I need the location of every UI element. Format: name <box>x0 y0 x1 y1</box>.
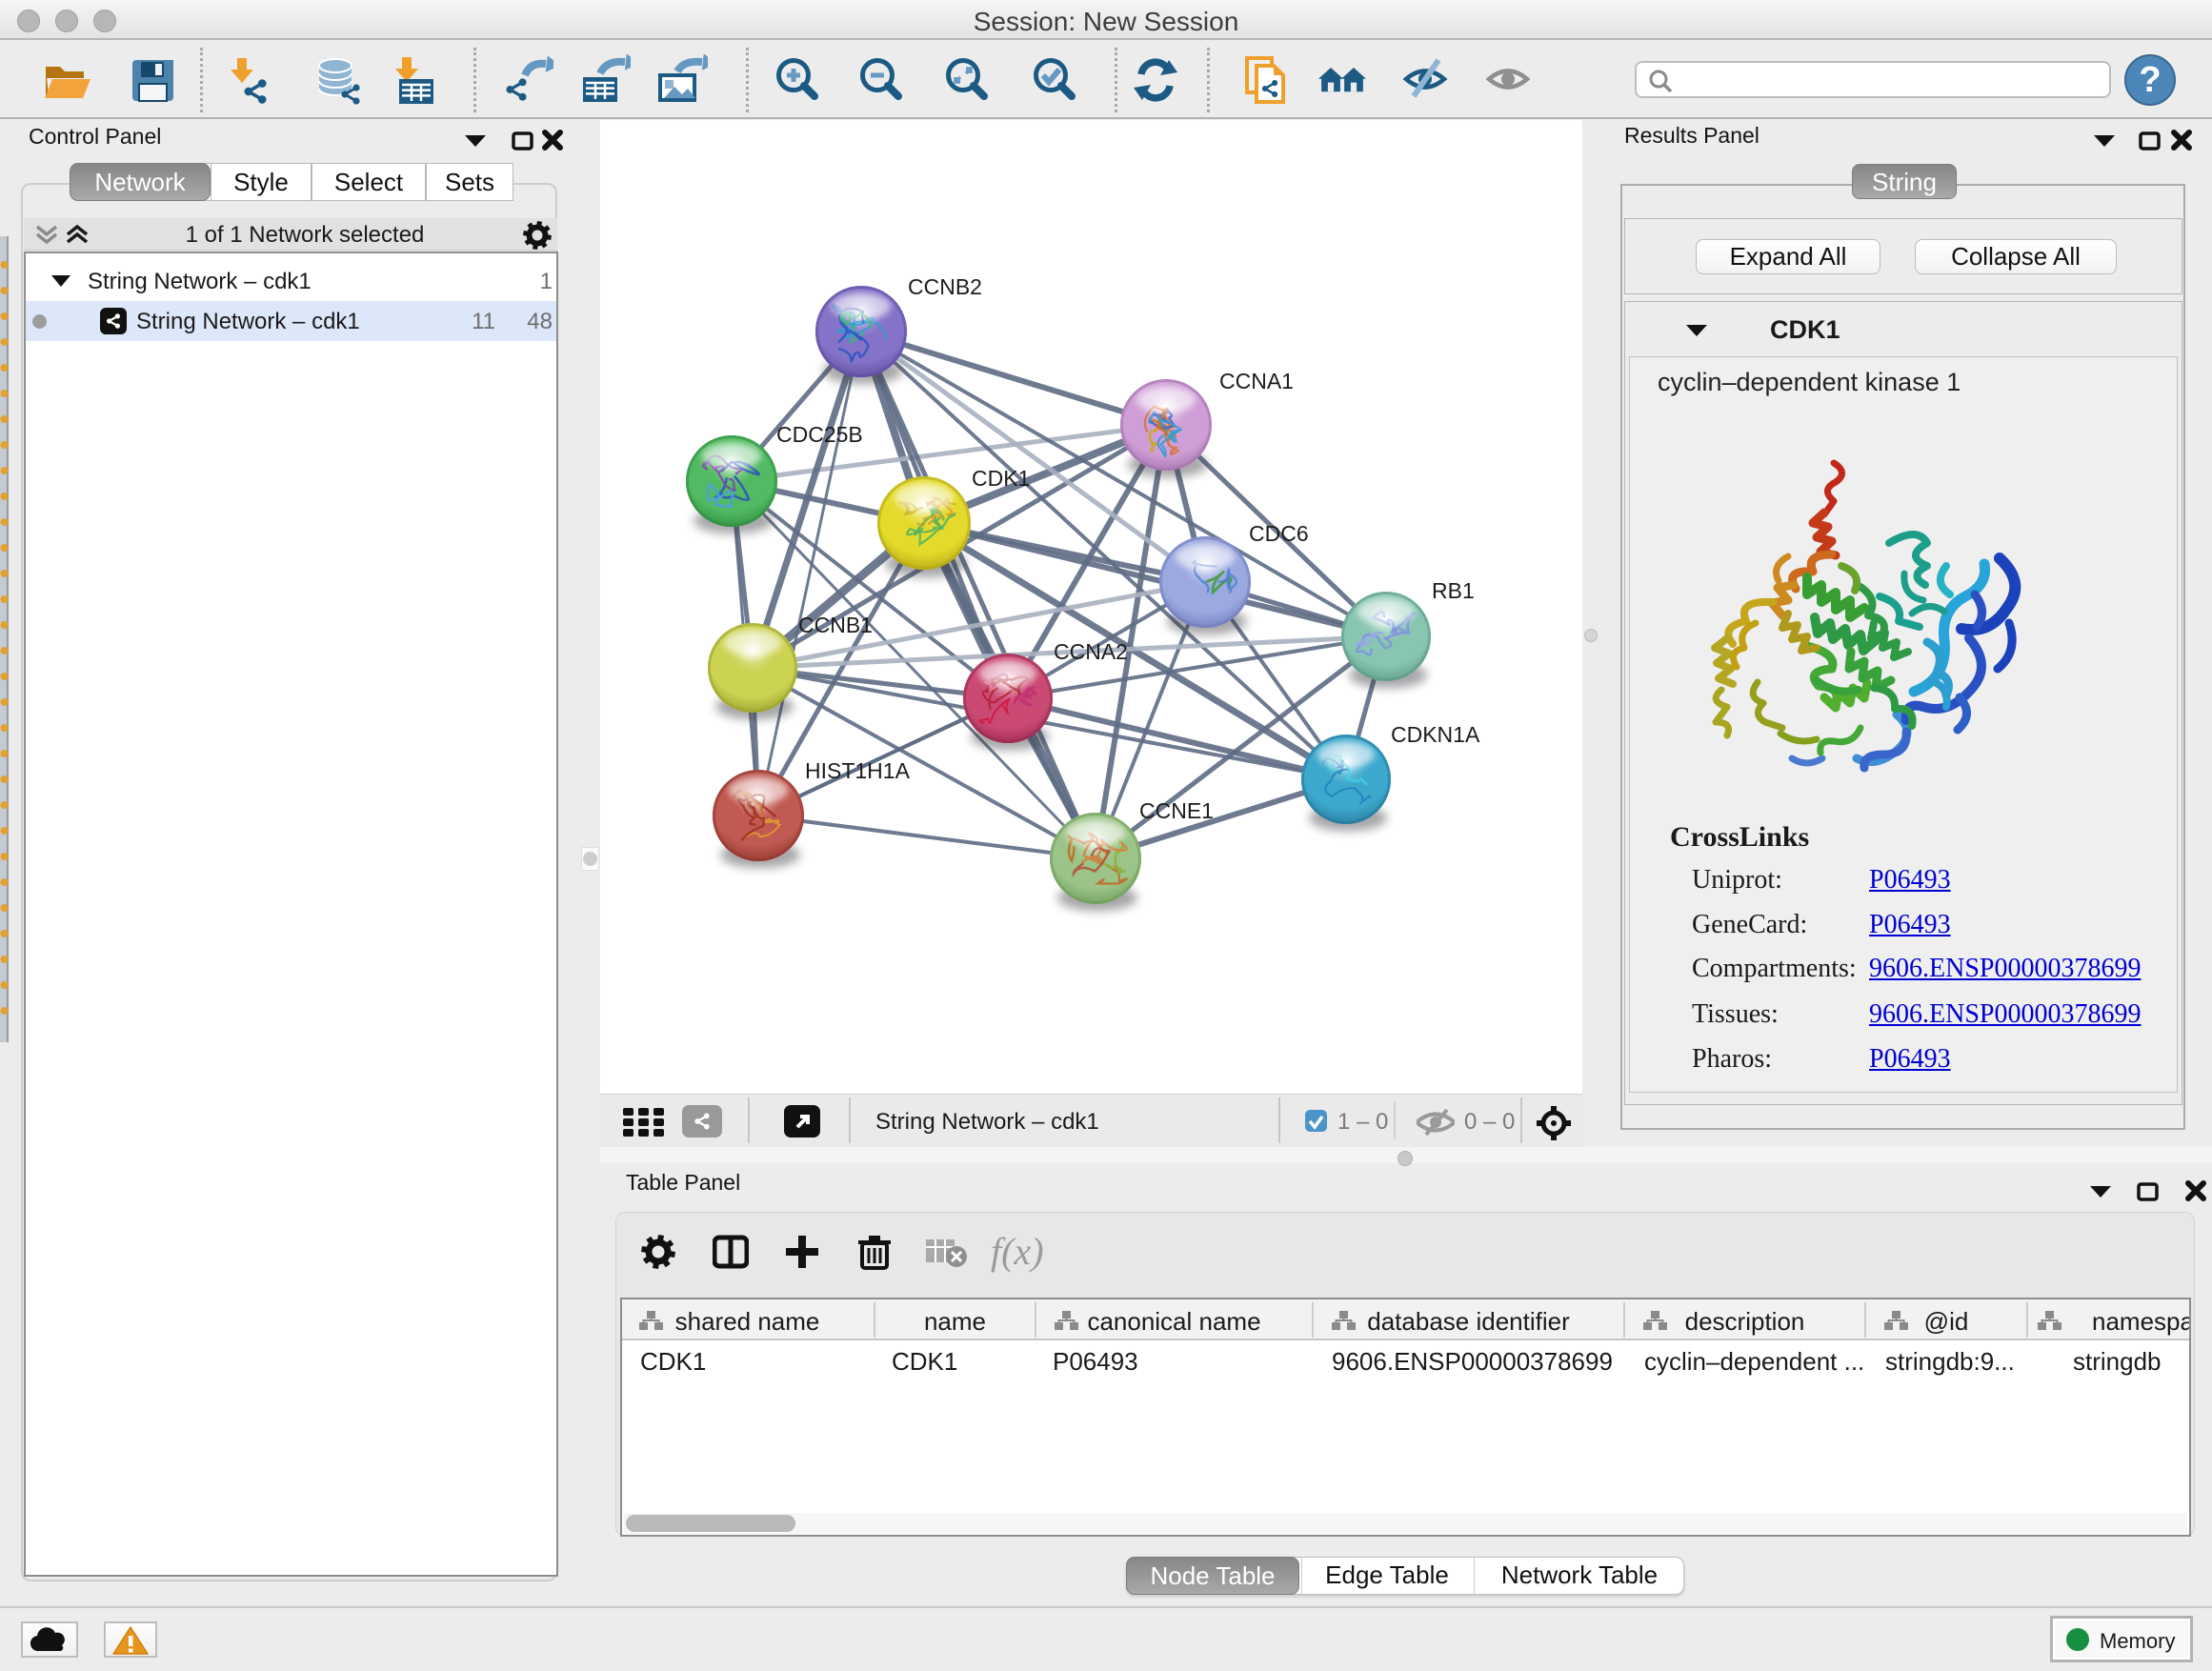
svg-text:CCNB2: CCNB2 <box>908 274 982 299</box>
svg-text:CDKN1A: CDKN1A <box>1391 722 1480 747</box>
svg-text:CDC6: CDC6 <box>1249 521 1309 546</box>
svg-text:CDK1: CDK1 <box>972 466 1030 491</box>
svg-text:RB1: RB1 <box>1432 578 1475 603</box>
svg-text:HIST1H1A: HIST1H1A <box>805 758 911 783</box>
svg-text:CCNB1: CCNB1 <box>798 613 873 637</box>
svg-text:CCNA2: CCNA2 <box>1054 639 1128 664</box>
svg-text:CCNA1: CCNA1 <box>1219 369 1294 393</box>
svg-text:CDC25B: CDC25B <box>776 422 863 447</box>
svg-text:CCNE1: CCNE1 <box>1139 798 1214 823</box>
